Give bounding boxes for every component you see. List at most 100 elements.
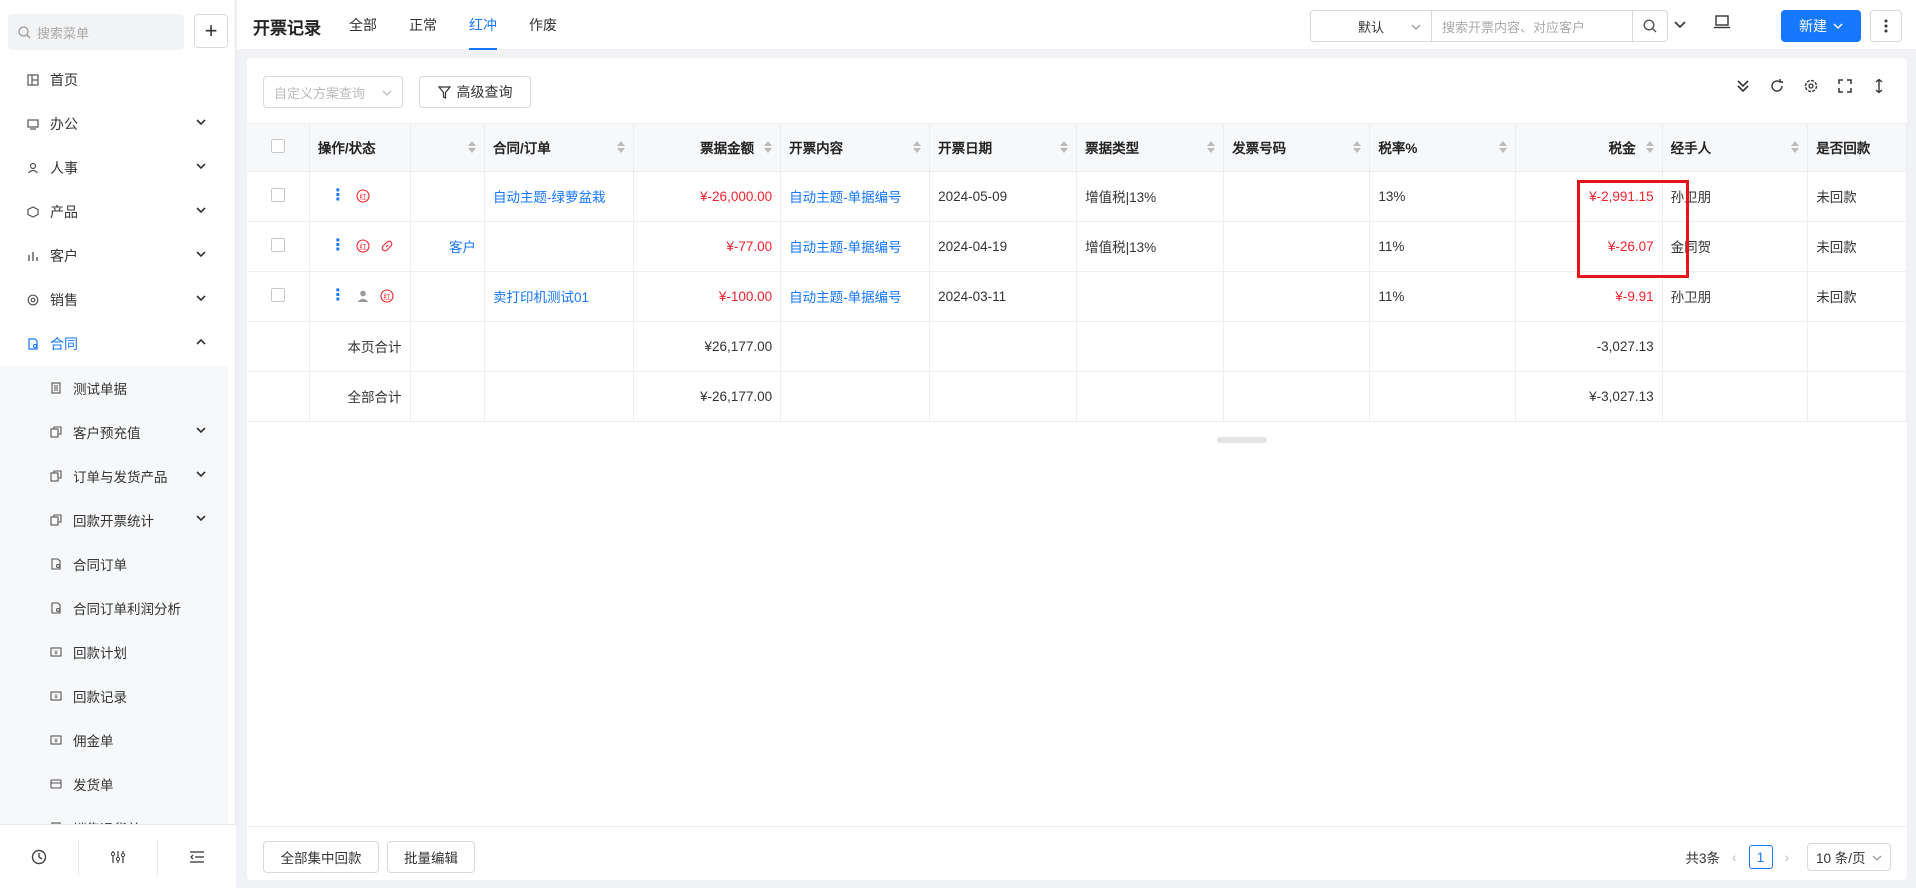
contract-cell[interactable]: 自动主题-绿萝盆栽: [484, 171, 635, 222]
sub-item-test-document[interactable]: 测试单据: [0, 366, 228, 410]
collapse-menu-button[interactable]: [158, 839, 236, 875]
sort-icon[interactable]: [1791, 141, 1800, 153]
more-options-button[interactable]: [1870, 10, 1902, 42]
content-cell[interactable]: 自动主题-单据编号: [780, 271, 931, 322]
row-actions-icon[interactable]: ⋮: [330, 288, 346, 304]
batch-edit-button[interactable]: 批量编辑: [387, 841, 475, 873]
table-row[interactable]: ⋮ 红 客户 ¥-77.00 自动主题-单据编号 2024-04-19 增值税|1…: [247, 221, 1907, 272]
select-all-checkbox[interactable]: [270, 138, 285, 153]
monitor-icon[interactable]: [1713, 13, 1731, 31]
gear-icon[interactable]: [1803, 78, 1819, 94]
empty-cell: [780, 321, 931, 372]
chevron-down-icon: [196, 295, 206, 302]
content-cell[interactable]: 自动主题-单据编号: [780, 171, 931, 222]
sidebar-item-customer[interactable]: 客户: [0, 234, 236, 278]
sort-icon[interactable]: [1498, 141, 1507, 153]
page-number-current[interactable]: 1: [1748, 845, 1773, 869]
sidebar-item-product[interactable]: 产品: [0, 190, 236, 234]
next-page-icon[interactable]: ›: [1785, 850, 1790, 865]
sidebar-item-office[interactable]: 办公: [0, 102, 236, 146]
link-icon[interactable]: [380, 239, 394, 253]
contract-cell[interactable]: 卖打印机测试01: [484, 271, 635, 322]
column-header-label: 票据类型: [1085, 141, 1140, 157]
sub-item-payment-plan[interactable]: ¥ 回款计划: [0, 630, 228, 674]
advanced-query-button[interactable]: 高级查询: [419, 76, 531, 108]
sort-icon[interactable]: [764, 141, 773, 153]
column-header-type[interactable]: 票据类型: [1076, 124, 1225, 172]
handler-cell: 孙卫朋: [1662, 271, 1809, 322]
column-header-rate[interactable]: 税率%: [1369, 124, 1516, 172]
row-checkbox[interactable]: [270, 237, 285, 252]
search-button[interactable]: [1632, 10, 1668, 42]
sort-icon[interactable]: [617, 141, 625, 153]
sidebar-item-contract[interactable]: 合同: [0, 322, 236, 366]
column-header-content[interactable]: 开票内容: [780, 124, 931, 172]
column-header-contract[interactable]: 合同/订单: [484, 124, 635, 172]
menu-search-input[interactable]: 搜索菜单: [8, 14, 184, 50]
sort-icon[interactable]: [913, 141, 922, 153]
expand-search-chevron-icon[interactable]: [1673, 18, 1687, 32]
sub-item-delivery[interactable]: 发货单: [0, 762, 228, 806]
history-button[interactable]: [0, 838, 79, 875]
fullscreen-icon[interactable]: [1837, 78, 1853, 94]
customer-cell[interactable]: [410, 271, 485, 322]
column-header-invoice-no[interactable]: 发票号码: [1223, 124, 1371, 172]
column-header-handler[interactable]: 经手人: [1662, 124, 1809, 172]
table-row[interactable]: ⋮ 红 自动主题-绿萝盆栽 ¥-26,000.00 自动主题-单据编号 2024-…: [247, 171, 1907, 222]
row-height-icon[interactable]: [1871, 78, 1887, 94]
collapse-all-icon[interactable]: [1735, 78, 1751, 94]
sub-item-payment-invoice-stats[interactable]: 回款开票统计: [0, 498, 228, 542]
invoice-no-cell: [1223, 171, 1371, 222]
column-header-label: 发票号码: [1232, 141, 1287, 157]
sub-item-contract-profit[interactable]: 合同订单利润分析: [0, 586, 228, 630]
sort-icon[interactable]: [1060, 141, 1069, 153]
row-checkbox[interactable]: [270, 287, 285, 302]
tab-all[interactable]: 全部: [333, 0, 393, 50]
sub-item-payment-record[interactable]: ¥ 回款记录: [0, 674, 228, 718]
add-button[interactable]: +: [194, 14, 228, 48]
row-actions-icon[interactable]: ⋮: [330, 238, 346, 254]
column-header-tax[interactable]: 税金: [1515, 124, 1663, 172]
sort-icon[interactable]: [467, 141, 476, 153]
tab-normal[interactable]: 正常: [393, 0, 453, 50]
sort-icon[interactable]: [1353, 141, 1362, 153]
sub-item-customer-prepaid[interactable]: 客户预充值: [0, 410, 228, 454]
type-cell: [1076, 271, 1225, 322]
customer-cell[interactable]: 客户: [410, 221, 485, 272]
customer-cell[interactable]: [410, 171, 485, 222]
sidebar-item-sales[interactable]: 销售: [0, 278, 236, 322]
sub-item-contract-order[interactable]: 合同订单: [0, 542, 228, 586]
column-header-date[interactable]: 开票日期: [929, 124, 1078, 172]
sub-item-commission[interactable]: ¥ 佣金单: [0, 718, 228, 762]
row-actions-icon[interactable]: ⋮: [330, 188, 346, 204]
record-search-input[interactable]: 搜索开票内容、对应客户: [1431, 10, 1633, 42]
sidebar-item-home[interactable]: 首页: [0, 58, 236, 102]
content-cell[interactable]: 自动主题-单据编号: [780, 221, 931, 272]
prev-page-icon[interactable]: ‹: [1732, 850, 1737, 865]
red-reversal-status-icon: 红: [380, 289, 394, 303]
view-select[interactable]: 默认: [1310, 10, 1432, 42]
payment-icon: ¥: [49, 733, 63, 747]
contract-cell[interactable]: [484, 221, 635, 272]
amount-cell: ¥-100.00: [633, 271, 782, 322]
settings-sliders-button[interactable]: [79, 838, 158, 875]
new-button[interactable]: 新建: [1781, 10, 1861, 42]
sub-item-label: 回款计划: [73, 646, 127, 661]
page-size-select[interactable]: 10 条/页: [1807, 843, 1891, 871]
column-header-amount[interactable]: 票据金额: [633, 124, 782, 172]
refresh-icon[interactable]: [1769, 78, 1785, 94]
sub-item-order-shipping[interactable]: 订单与发货产品: [0, 454, 228, 498]
column-header-paid[interactable]: 是否回款: [1807, 124, 1907, 172]
sort-icon[interactable]: [1207, 141, 1216, 153]
table-row[interactable]: ⋮ 红 卖打印机测试01 ¥-100.00 自动主题-单据编号 2024-03-1…: [247, 271, 1907, 322]
sidebar-item-label: 产品: [50, 204, 78, 220]
horizontal-scrollbar[interactable]: [1217, 437, 1267, 443]
row-checkbox[interactable]: [270, 187, 285, 202]
tab-red-reversal[interactable]: 红冲: [453, 0, 513, 50]
column-header-customer[interactable]: [410, 124, 485, 172]
sidebar-item-hr[interactable]: 人事: [0, 146, 236, 190]
tab-void[interactable]: 作废: [513, 0, 573, 50]
collect-all-payment-button[interactable]: 全部集中回款: [263, 841, 379, 873]
sort-icon[interactable]: [1645, 141, 1654, 153]
custom-scheme-select[interactable]: 自定义方案查询: [263, 76, 403, 108]
